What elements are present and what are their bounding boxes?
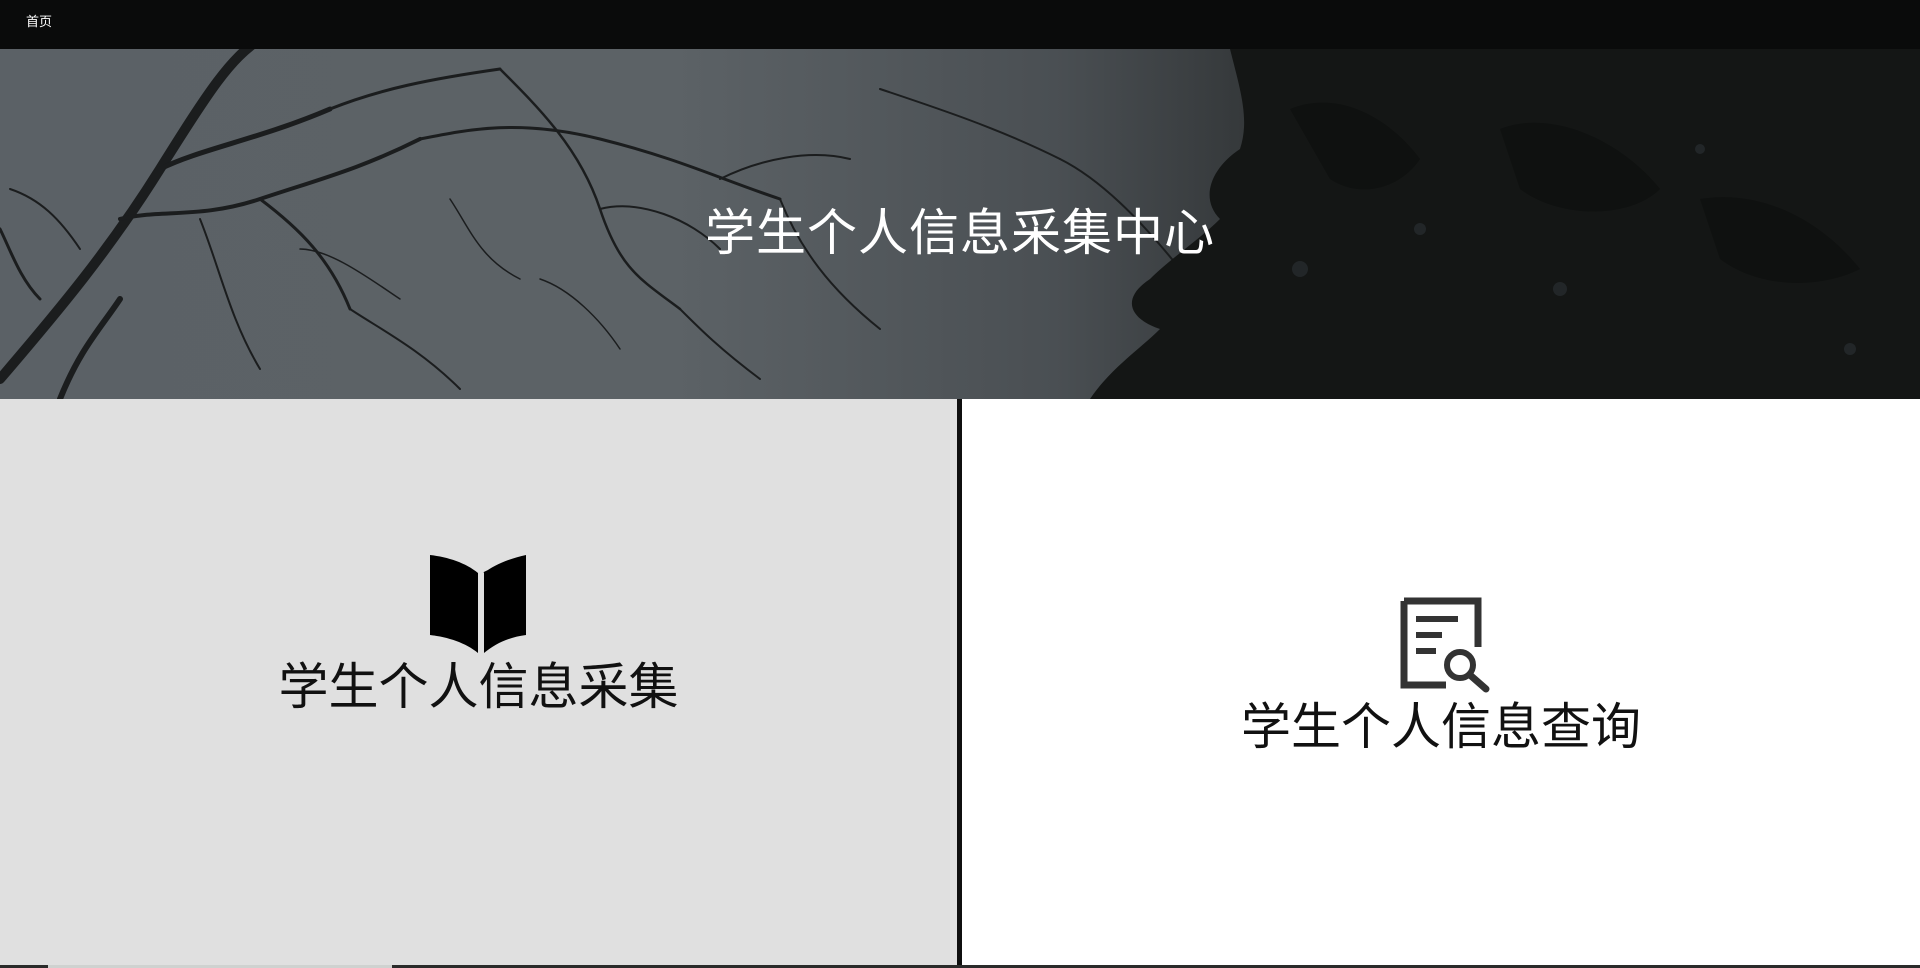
book-open-icon (430, 555, 526, 653)
document-search-icon (1400, 597, 1490, 693)
query-info-label: 学生个人信息查询 (1241, 698, 1641, 756)
hero-banner: 学生个人信息采集中心 (0, 49, 1920, 399)
query-info-panel[interactable]: 学生个人信息查询 (962, 399, 1920, 965)
collect-info-label: 学生个人信息采集 (278, 658, 679, 716)
collect-info-panel[interactable]: 学生个人信息采集 (0, 399, 957, 965)
nav-home-link[interactable]: 首页 (26, 15, 52, 31)
hero-title: 学生个人信息采集中心 (705, 204, 1215, 262)
top-nav-bar: 首页 (0, 0, 1920, 49)
